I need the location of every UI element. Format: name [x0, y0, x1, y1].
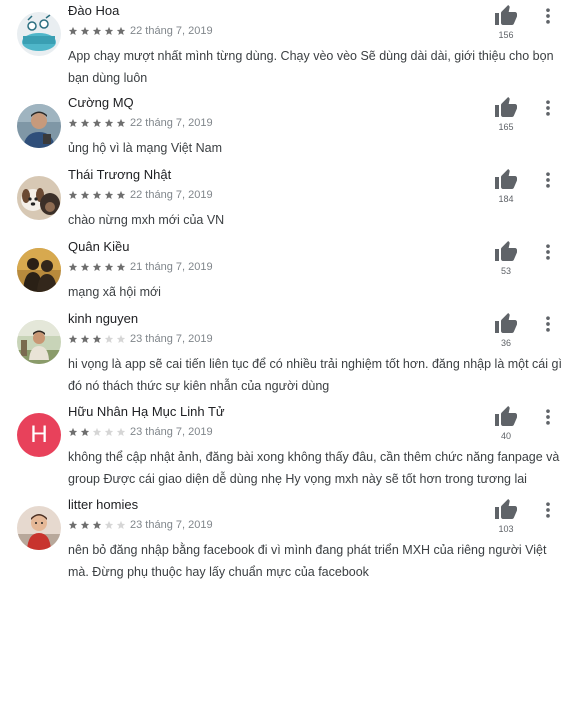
rating-row: 23 tháng 7, 2019	[68, 426, 213, 438]
star-filled-icon	[92, 520, 104, 530]
review-date: 23 tháng 7, 2019	[130, 519, 213, 531]
review-text: ủng hộ vì là mạng Việt Nam	[68, 141, 223, 155]
star-rating	[68, 118, 128, 128]
reviewer-name: Thái Trương Nhật	[68, 167, 172, 182]
star-filled-icon	[92, 26, 104, 36]
avatar[interactable]	[17, 248, 61, 292]
star-rating	[68, 262, 128, 272]
review-text: hi vọng là app sẽ cai tiến liên tục để c…	[68, 357, 562, 393]
thumbs-up-icon[interactable]	[494, 168, 518, 192]
avatar[interactable]	[17, 104, 61, 148]
reviewer-name: litter homies	[68, 497, 139, 512]
star-filled-icon	[104, 118, 116, 128]
review-date: 23 tháng 7, 2019	[130, 426, 213, 438]
avatar[interactable]	[17, 506, 61, 550]
star-empty-icon	[92, 427, 104, 437]
review-text: nên bỏ đăng nhập bằng facebook đi vì mìn…	[68, 543, 547, 579]
reviewer-name: Đào Hoa	[68, 3, 120, 18]
helpful-count: 103	[498, 524, 514, 534]
star-filled-icon	[80, 262, 92, 272]
helpful-count: 156	[498, 30, 514, 40]
star-filled-icon	[80, 427, 92, 437]
star-rating	[68, 334, 128, 344]
star-filled-icon	[92, 262, 104, 272]
review-date: 23 tháng 7, 2019	[130, 333, 213, 345]
rating-row: 23 tháng 7, 2019	[68, 519, 213, 531]
review-text: App chạy mượt nhất mình từng dùng. Chạy …	[68, 49, 554, 85]
star-filled-icon	[68, 520, 80, 530]
reviewer-name: Quân Kiều	[68, 239, 130, 254]
review-date: 22 tháng 7, 2019	[130, 25, 213, 37]
avatar[interactable]: H	[17, 413, 61, 457]
review-text: chào nừng mxh mới của VN	[68, 213, 225, 227]
avatar[interactable]	[17, 320, 61, 364]
star-empty-icon	[104, 334, 116, 344]
rating-row: 22 tháng 7, 2019	[68, 25, 213, 37]
reviewer-name: Cường MQ	[68, 95, 134, 110]
star-empty-icon	[104, 520, 116, 530]
star-filled-icon	[92, 190, 104, 200]
star-filled-icon	[116, 26, 128, 36]
rating-row: 22 tháng 7, 2019	[68, 117, 213, 129]
more-options-icon[interactable]	[538, 500, 558, 520]
star-filled-icon	[104, 26, 116, 36]
review-date: 22 tháng 7, 2019	[130, 189, 213, 201]
avatar[interactable]	[17, 12, 61, 56]
star-filled-icon	[68, 262, 80, 272]
avatar-letter: H	[30, 421, 48, 448]
review-text: không thể cập nhật ảnh, đăng bài xong kh…	[68, 450, 560, 486]
avatar[interactable]	[17, 176, 61, 220]
star-filled-icon	[116, 262, 128, 272]
more-options-icon[interactable]	[538, 407, 558, 427]
more-options-icon[interactable]	[538, 98, 558, 118]
star-filled-icon	[116, 118, 128, 128]
star-filled-icon	[68, 427, 80, 437]
rating-row: 21 tháng 7, 2019	[68, 261, 213, 273]
helpful-count: 184	[498, 194, 514, 204]
thumbs-up-icon[interactable]	[494, 405, 518, 429]
star-filled-icon	[104, 190, 116, 200]
star-filled-icon	[68, 26, 80, 36]
thumbs-up-icon[interactable]	[494, 96, 518, 120]
thumbs-up-icon[interactable]	[494, 498, 518, 522]
review-text: mạng xã hội mới	[68, 285, 161, 299]
star-rating	[68, 26, 128, 36]
more-options-icon[interactable]	[538, 242, 558, 262]
star-filled-icon	[68, 334, 80, 344]
review-date: 21 tháng 7, 2019	[130, 261, 213, 273]
star-filled-icon	[68, 118, 80, 128]
more-options-icon[interactable]	[538, 170, 558, 190]
star-empty-icon	[116, 427, 128, 437]
review-date: 22 tháng 7, 2019	[130, 117, 213, 129]
helpful-count: 165	[498, 122, 514, 132]
star-filled-icon	[104, 262, 116, 272]
thumbs-up-icon[interactable]	[494, 240, 518, 264]
star-empty-icon	[116, 334, 128, 344]
star-filled-icon	[80, 26, 92, 36]
star-filled-icon	[92, 118, 104, 128]
star-empty-icon	[116, 520, 128, 530]
star-rating	[68, 427, 128, 437]
thumbs-up-icon[interactable]	[494, 312, 518, 336]
star-empty-icon	[104, 427, 116, 437]
star-filled-icon	[92, 334, 104, 344]
star-rating	[68, 520, 128, 530]
helpful-count: 36	[500, 338, 511, 348]
star-filled-icon	[80, 334, 92, 344]
star-filled-icon	[116, 190, 128, 200]
rating-row: 22 tháng 7, 2019	[68, 189, 213, 201]
helpful-count: 40	[500, 431, 511, 441]
rating-row: 23 tháng 7, 2019	[68, 333, 213, 345]
star-filled-icon	[80, 118, 92, 128]
thumbs-up-icon[interactable]	[494, 4, 518, 28]
star-filled-icon	[80, 520, 92, 530]
star-filled-icon	[80, 190, 92, 200]
star-filled-icon	[68, 190, 80, 200]
reviewer-name: kinh nguyen	[68, 311, 139, 326]
helpful-count: 53	[500, 266, 511, 276]
star-rating	[68, 190, 128, 200]
more-options-icon[interactable]	[538, 6, 558, 26]
reviewer-name: Hữu Nhân Hạ Mục Linh Tử	[68, 404, 225, 419]
more-options-icon[interactable]	[538, 314, 558, 334]
